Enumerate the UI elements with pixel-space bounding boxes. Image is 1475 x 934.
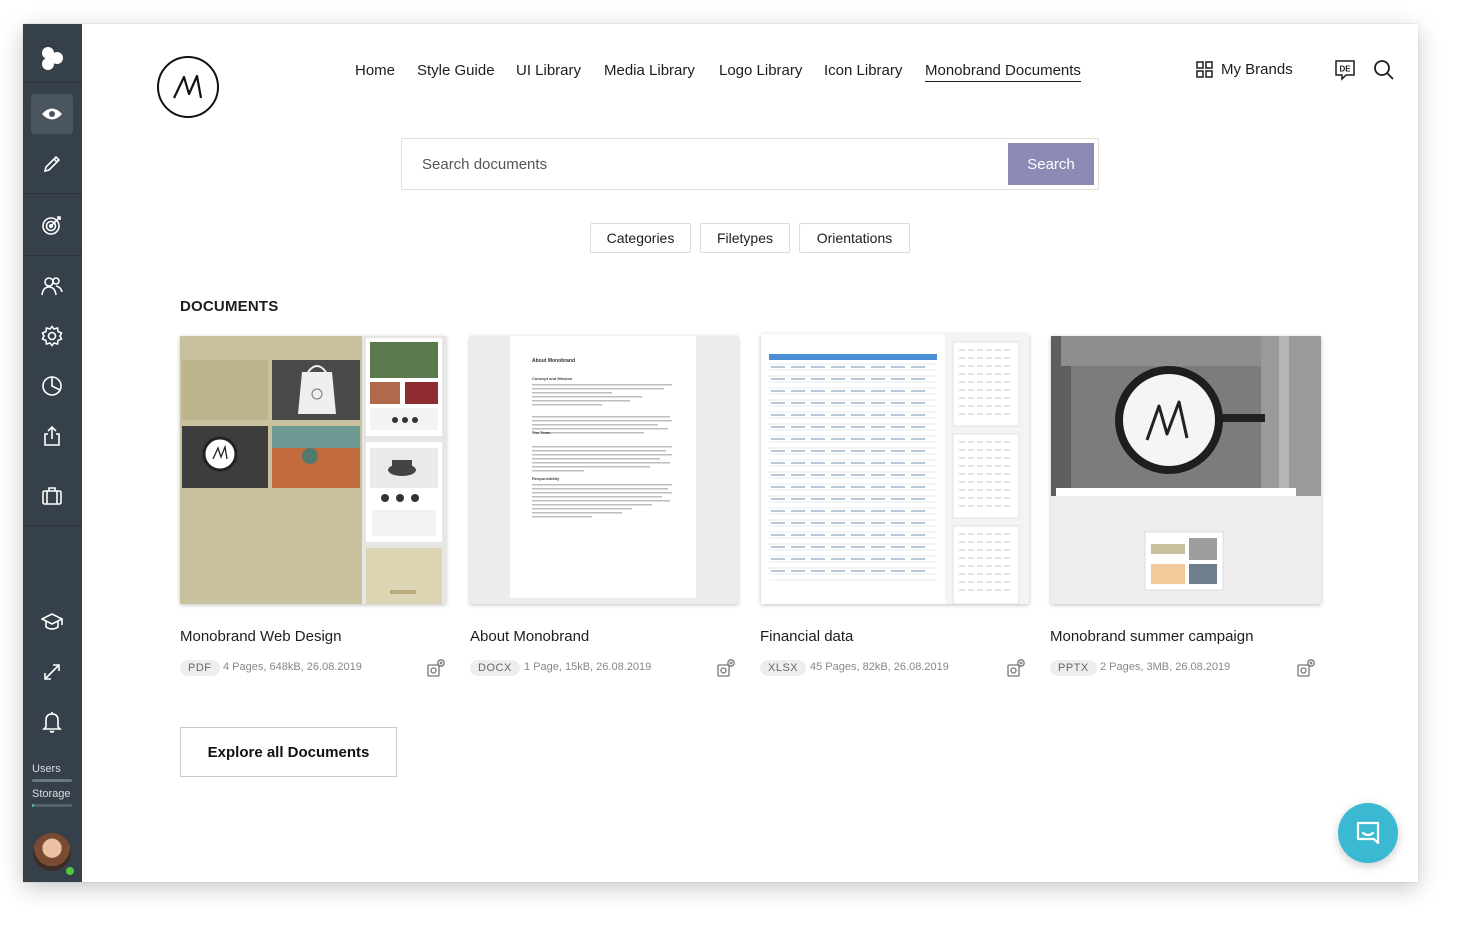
expand-arrows-icon[interactable]: [31, 652, 73, 692]
document-meta: 2 Pages, 3MB, 26.08.2019: [1100, 661, 1231, 673]
document-title[interactable]: Monobrand summer campaign: [1050, 628, 1253, 645]
nav-media-library[interactable]: Media Library: [604, 62, 695, 79]
nav-style-guide[interactable]: Style Guide: [417, 62, 495, 79]
document-title[interactable]: Financial data: [760, 628, 853, 645]
document-thumbnail-financial[interactable]: [761, 334, 1029, 604]
filter-filetypes[interactable]: Filetypes: [700, 223, 790, 253]
my-brands-label: My Brands: [1221, 61, 1293, 78]
app-window: Users Storage Home Style Guide UI Librar…: [23, 24, 1418, 882]
section-title: DOCUMENTS: [180, 298, 279, 315]
nav-home[interactable]: Home: [355, 62, 395, 79]
users-usage-label: Users: [32, 763, 61, 775]
storage-usage-label: Storage: [32, 788, 71, 800]
settings-gear-icon[interactable]: [31, 316, 73, 356]
academy-hat-icon[interactable]: [31, 602, 73, 642]
filetype-badge: XLSX: [760, 660, 807, 676]
language-switch-icon[interactable]: DE: [1334, 59, 1356, 81]
sidebar: Users Storage: [23, 24, 82, 882]
users-icon[interactable]: [31, 266, 73, 306]
download-icon[interactable]: [1296, 658, 1316, 678]
users-usage-bar: [32, 779, 72, 782]
app-logo-icon[interactable]: [31, 38, 73, 78]
search-button[interactable]: Search: [1008, 143, 1094, 185]
online-status-dot: [65, 866, 75, 876]
briefcase-icon[interactable]: [31, 476, 73, 516]
document-meta: 1 Page, 15kB, 26.08.2019: [524, 661, 652, 673]
filter-categories[interactable]: Categories: [590, 223, 691, 253]
nav-ui-library[interactable]: UI Library: [516, 62, 581, 79]
language-code: DE: [1339, 65, 1351, 74]
filetype-badge: PPTX: [1050, 660, 1097, 676]
search-input[interactable]: [402, 139, 1042, 189]
nav-icon-library[interactable]: Icon Library: [824, 62, 902, 79]
edit-pencil-icon[interactable]: [31, 144, 73, 184]
brand-logo[interactable]: [157, 56, 219, 118]
doc-preview-subheading: Concept and Mission: [532, 376, 573, 381]
chat-messenger-button[interactable]: [1338, 803, 1398, 863]
explore-all-documents-button[interactable]: Explore all Documents: [180, 727, 397, 777]
doc-preview-subheading: Responsibility: [532, 476, 560, 481]
document-thumbnail-about[interactable]: About Monobrand Concept and Mission The …: [470, 336, 738, 604]
share-upload-icon[interactable]: [31, 416, 73, 456]
nav-logo-library[interactable]: Logo Library: [719, 62, 802, 79]
analytics-pie-icon[interactable]: [31, 366, 73, 406]
document-title[interactable]: Monobrand Web Design: [180, 628, 341, 645]
filetype-badge: DOCX: [470, 660, 520, 676]
document-meta: 4 Pages, 648kB, 26.08.2019: [223, 661, 362, 673]
filetype-badge: PDF: [180, 660, 220, 676]
filter-orientations[interactable]: Orientations: [799, 223, 910, 253]
notifications-bell-icon[interactable]: [31, 702, 73, 742]
document-title[interactable]: About Monobrand: [470, 628, 589, 645]
document-thumbnail-web-design[interactable]: [180, 336, 446, 604]
my-brands-link[interactable]: My Brands: [1196, 61, 1293, 78]
storage-usage-bar: [32, 804, 72, 807]
target-icon[interactable]: [31, 205, 73, 245]
chat-icon: [1356, 821, 1380, 845]
search-bar: Search: [401, 138, 1099, 190]
download-icon[interactable]: [1006, 658, 1026, 678]
user-avatar[interactable]: [33, 833, 71, 871]
download-icon[interactable]: [716, 658, 736, 678]
view-mode-eye-icon[interactable]: [31, 94, 73, 134]
grid-icon: [1196, 61, 1213, 78]
doc-preview-subheading: The Team: [532, 430, 551, 435]
download-icon[interactable]: [426, 658, 446, 678]
document-thumbnail-summer-campaign[interactable]: [1051, 336, 1321, 604]
nav-monobrand-documents[interactable]: Monobrand Documents: [925, 62, 1081, 82]
search-icon[interactable]: [1373, 59, 1395, 81]
document-meta: 45 Pages, 82kB, 26.08.2019: [810, 661, 949, 673]
doc-preview-heading: About Monobrand: [532, 358, 576, 364]
